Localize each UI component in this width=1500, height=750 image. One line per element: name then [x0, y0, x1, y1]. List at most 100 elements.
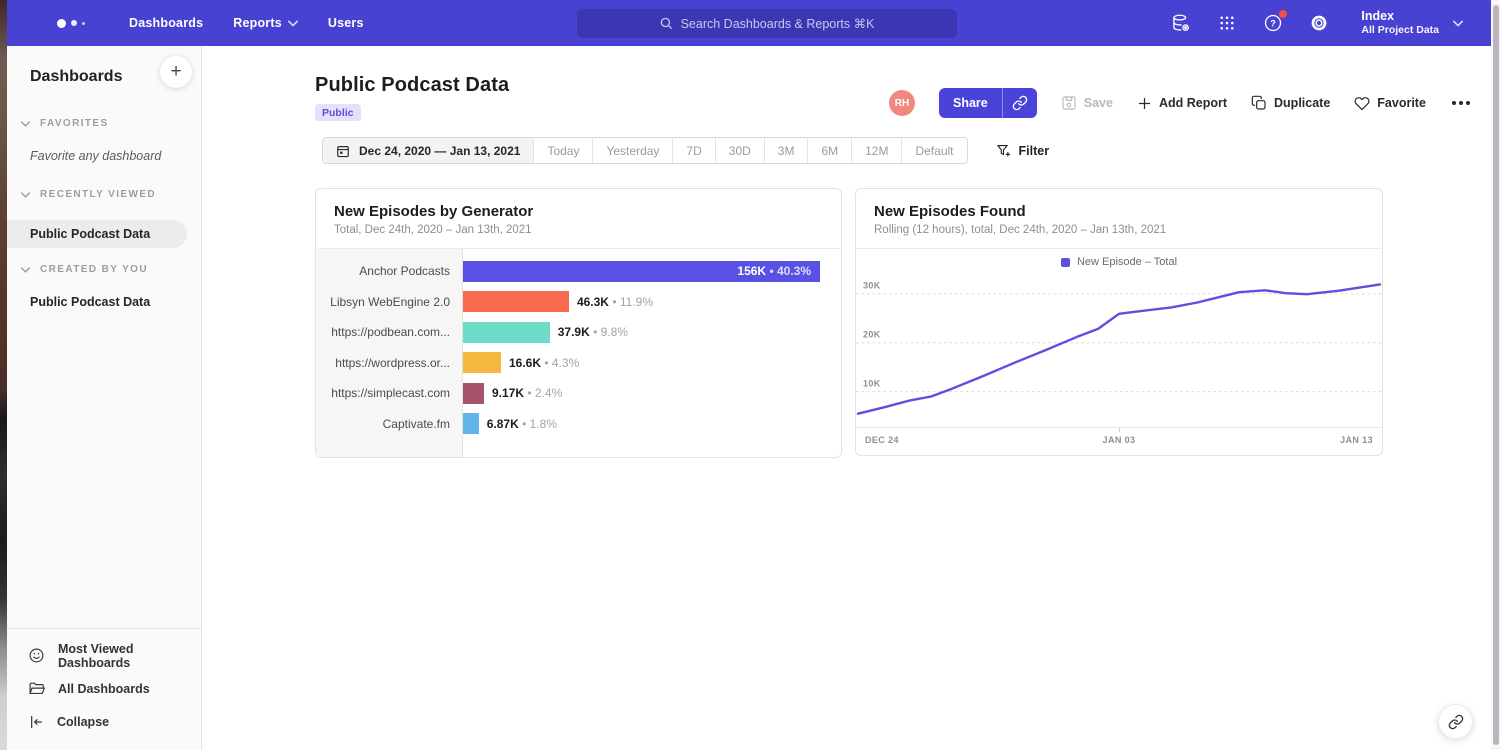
date-preset-today[interactable]: Today	[534, 138, 593, 163]
chart-legend: New Episode – Total	[856, 249, 1382, 275]
sidebar-section-favorites[interactable]: FAVORITES	[7, 118, 201, 129]
sidebar-footer: Most Viewed DashboardsAll Dashboards Coll…	[7, 628, 201, 750]
date-preset-12m[interactable]: 12M	[852, 138, 902, 163]
date-preset-3m[interactable]: 3M	[765, 138, 809, 163]
page-scrollbar[interactable]	[1491, 0, 1500, 750]
settings-icon[interactable]	[1307, 11, 1331, 35]
bar-segment[interactable]	[463, 291, 569, 312]
user-avatar[interactable]: RH	[889, 90, 915, 116]
svg-text:10K: 10K	[863, 379, 881, 389]
sidebar: Dashboards + FAVORITESFavorite any dashb…	[7, 46, 202, 750]
search-icon	[659, 16, 673, 30]
sidebar-item-dashboard[interactable]: Public Podcast Data	[30, 295, 201, 309]
folder-icon	[28, 680, 45, 697]
workspace-name: Index	[1361, 9, 1439, 25]
help-icon[interactable]: ?	[1261, 11, 1285, 35]
svg-text:?: ?	[1271, 18, 1277, 28]
date-preset-30d[interactable]: 30D	[716, 138, 765, 163]
bar-segment[interactable]	[463, 413, 479, 434]
bar-chart-card: New Episodes by Generator Total, Dec 24t…	[315, 188, 842, 458]
action-label: Add Report	[1159, 96, 1227, 110]
sidebar-footer-label: Collapse	[57, 715, 109, 729]
favorite-button[interactable]: Favorite	[1354, 95, 1426, 111]
sidebar-footer-most-viewed-dashboards[interactable]: Most Viewed Dashboards	[7, 639, 201, 672]
legend-swatch	[1061, 258, 1070, 267]
bar-value-label: 6.87K • 1.8%	[487, 417, 557, 431]
bar-value-label: 156K • 40.3%	[737, 264, 820, 278]
action-label: Save	[1084, 96, 1113, 110]
date-preset-7d[interactable]: 7D	[673, 138, 715, 163]
bar-value-label: 37.9K • 9.8%	[558, 325, 628, 339]
nav-item-users[interactable]: Users	[328, 16, 364, 30]
sidebar-section-recently-viewed[interactable]: RECENTLY VIEWED	[7, 189, 201, 200]
search-placeholder: Search Dashboards & Reports ⌘K	[681, 16, 875, 31]
share-button[interactable]: Share	[939, 88, 1003, 118]
chevron-down-icon	[21, 267, 30, 273]
sidebar-section-created-by-you[interactable]: CREATED BY YOU	[7, 264, 201, 275]
date-range-button[interactable]: Dec 24, 2020 — Jan 13, 2021	[323, 138, 534, 163]
visibility-badge: Public	[315, 104, 361, 121]
collapse-icon	[28, 714, 44, 730]
sidebar-section-label: FAVORITES	[40, 118, 109, 129]
bar-segment[interactable]: 156K • 40.3%	[463, 261, 820, 282]
more-actions-button[interactable]	[1450, 97, 1472, 109]
duplicate-icon	[1251, 95, 1267, 111]
bar-segment[interactable]	[463, 322, 550, 343]
copy-link-floating-button[interactable]	[1438, 704, 1473, 739]
sidebar-footer-collapse[interactable]: Collapse	[7, 705, 201, 738]
bar-segment[interactable]	[463, 352, 501, 373]
bar-category-label: https://podbean.com...	[316, 325, 463, 339]
share-link-button[interactable]	[1003, 88, 1037, 118]
link-icon	[1012, 95, 1028, 111]
nav-item-reports[interactable]: Reports	[233, 16, 298, 30]
bar-category-label: https://simplecast.com	[316, 386, 463, 400]
x-axis-label: JAN 13	[1340, 435, 1373, 445]
date-preset-6m[interactable]: 6M	[808, 138, 852, 163]
apps-grid-icon[interactable]	[1215, 11, 1239, 35]
add-report-button[interactable]: Add Report	[1137, 96, 1227, 111]
scrollbar-thumb[interactable]	[1493, 5, 1499, 745]
duplicate-button[interactable]: Duplicate	[1251, 95, 1330, 111]
line-chart-title: New Episodes Found	[874, 203, 1364, 220]
data-sources-icon[interactable]	[1169, 11, 1193, 35]
sidebar-footer-label: Most Viewed Dashboards	[58, 642, 201, 670]
bar-category-label: Captivate.fm	[316, 417, 463, 431]
filter-label: Filter	[1019, 144, 1050, 158]
bar-chart-title: New Episodes by Generator	[334, 203, 823, 220]
workspace-switcher[interactable]: Index All Project Data	[1361, 9, 1463, 38]
bar-chart-row: Libsyn WebEngine 2.046.3K • 11.9%	[316, 287, 841, 318]
calendar-icon	[336, 144, 350, 158]
nav-items: Dashboards Reports Users	[129, 16, 364, 30]
save-button[interactable]: Save	[1061, 95, 1113, 111]
date-filter-bar: Dec 24, 2020 — Jan 13, 2021 TodayYesterd…	[322, 137, 1049, 164]
page-title: Public Podcast Data	[315, 74, 509, 97]
bar-segment[interactable]	[463, 383, 484, 404]
svg-text:20K: 20K	[863, 330, 881, 340]
date-range-control: Dec 24, 2020 — Jan 13, 2021 TodayYesterd…	[322, 137, 968, 164]
nav-item-label: Reports	[233, 16, 282, 30]
legend-label: New Episode – Total	[1077, 256, 1177, 268]
bar-chart-row: https://wordpress.or...16.6K • 4.3%	[316, 348, 841, 379]
add-dashboard-button[interactable]: +	[160, 56, 192, 88]
bar-chart-subtitle: Total, Dec 24th, 2020 – Jan 13th, 2021	[334, 224, 823, 236]
save-icon	[1061, 95, 1077, 111]
filter-button[interactable]: Filter	[996, 143, 1050, 158]
bar-chart-row: Captivate.fm 6.87K • 1.8%	[316, 409, 841, 440]
action-label: Favorite	[1377, 96, 1426, 110]
bar-category-label: https://wordpress.or...	[316, 356, 463, 370]
app-logo-icon[interactable]	[57, 19, 85, 28]
link-icon	[1448, 714, 1464, 730]
date-preset-yesterday[interactable]: Yesterday	[593, 138, 673, 163]
bar-category-label: Libsyn WebEngine 2.0	[316, 295, 463, 309]
nav-item-dashboards[interactable]: Dashboards	[129, 16, 203, 30]
bar-chart-row: https://simplecast.com9.17K • 2.4%	[316, 378, 841, 409]
chevron-down-icon	[21, 121, 30, 127]
search-input[interactable]: Search Dashboards & Reports ⌘K	[577, 9, 957, 38]
date-preset-default[interactable]: Default	[902, 138, 966, 163]
bar-category-label: Anchor Podcasts	[316, 264, 463, 278]
app-window: Dashboards Reports Users Search Dashboards…	[0, 0, 1500, 750]
chevron-down-icon	[288, 19, 298, 27]
sidebar-item-dashboard[interactable]: Public Podcast Data	[7, 220, 187, 248]
bar-chart-row: https://podbean.com... 37.9K • 9.8%	[316, 317, 841, 348]
sidebar-footer-all-dashboards[interactable]: All Dashboards	[7, 672, 201, 705]
